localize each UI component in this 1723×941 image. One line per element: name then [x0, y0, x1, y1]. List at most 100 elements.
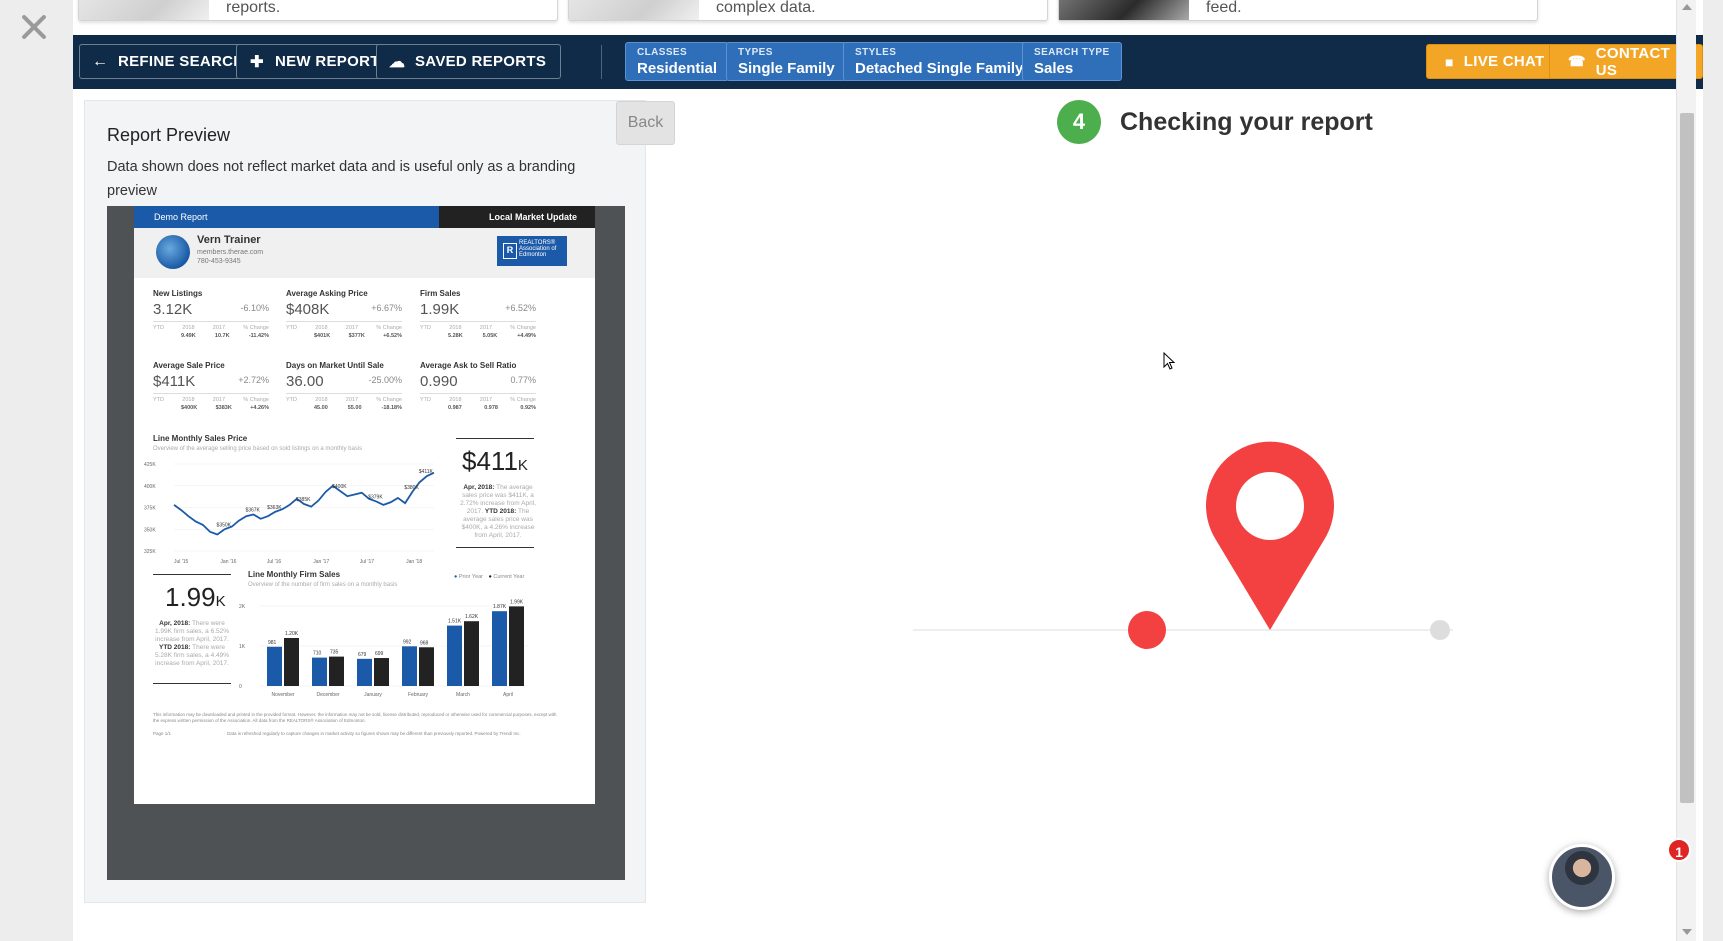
ytd-label: YTD	[286, 397, 297, 403]
ytd-label: 2017	[479, 397, 493, 403]
board-logo: REALTORS® Association of Edmonton	[497, 236, 567, 266]
stat-card: Average Ask to Sell Ratio 0.990 0.77% YTD 20…	[420, 361, 536, 411]
stat-ytd-values: 5.28K 5.05K +4.49%	[420, 333, 536, 339]
report-builder-panel: reports. complex data. feed. ← REFINE SE…	[73, 0, 1703, 941]
y-tick-label: 350K	[144, 527, 156, 533]
ytd-label: 2017	[479, 325, 493, 331]
point-label: $379K	[368, 494, 383, 500]
note-date: Apr, 2018:	[463, 484, 495, 491]
ytd-label: 2017	[212, 325, 226, 331]
top-card-3[interactable]: feed.	[1058, 0, 1538, 21]
bar-current-year	[464, 621, 479, 686]
new-report-button[interactable]: ✚ NEW REPORT	[236, 44, 395, 79]
ytd-label: 2018	[449, 325, 462, 331]
x-tick-label: Jul '15	[174, 559, 189, 565]
agent-contact: members.therae.com 780-453-9345	[197, 248, 263, 266]
chat-widget-avatar[interactable]	[1549, 844, 1615, 910]
refine-search-button[interactable]: ← REFINE SEARCH	[79, 44, 260, 79]
legend-prior-label: Prior Year	[458, 574, 484, 580]
stat-pct: +6.67%	[371, 303, 402, 313]
refine-search-label: REFINE SEARCH	[118, 53, 245, 70]
report-document: Demo Report Local Market Update Vern Tra…	[134, 206, 595, 804]
ytd-value: -18.18%	[381, 405, 403, 411]
card-thumbnail	[569, 0, 699, 20]
x-category-label: March	[456, 692, 470, 698]
big-value-number: $411	[462, 446, 518, 476]
agent-site: members.therae.com	[197, 249, 264, 256]
filter-chip-classes[interactable]: CLASSES Residential	[625, 42, 730, 81]
filter-chip-search-type[interactable]: SEARCH TYPE Sales	[1022, 42, 1122, 81]
progress-animation	[913, 441, 1453, 649]
legend-prior-dot: ●	[454, 574, 458, 580]
ytd-label: % Change	[376, 325, 402, 331]
stat-pct: +6.52%	[505, 303, 536, 313]
agent-avatar	[156, 235, 190, 269]
point-label: $411K	[419, 469, 434, 475]
stat-card: Average Sale Price $411K +2.72% YTD 2018 2017…	[153, 361, 269, 411]
close-icon[interactable]	[14, 6, 54, 46]
stat-ytd-labels: YTD 2018 2017 % Change	[286, 397, 402, 403]
stat-pct: -25.00%	[368, 375, 402, 385]
stat-rule	[153, 393, 269, 394]
point-label: $367K	[245, 507, 260, 513]
stat-rule	[286, 321, 402, 322]
live-chat-label: LIVE CHAT	[1463, 53, 1545, 70]
bar-label: 1.51K	[448, 619, 462, 625]
saved-reports-button[interactable]: ☁ SAVED REPORTS	[376, 44, 562, 79]
ytd-value: $401K	[314, 333, 331, 339]
back-button[interactable]: Back	[616, 101, 675, 145]
ytd-value: -11.42%	[248, 333, 269, 339]
stat-title: Average Sale Price	[153, 361, 225, 370]
ytd-value: 10.7K	[214, 333, 230, 339]
x-category-label: February	[408, 692, 429, 698]
scroll-up-icon[interactable]	[1682, 4, 1692, 10]
new-report-label: NEW REPORT	[275, 53, 380, 70]
bar-label: 1.87K	[493, 604, 507, 610]
bar-chart-big-value: 1.99K	[165, 582, 226, 613]
report-footer-disclaimer: Data is refreshed regularly to capture c…	[227, 731, 521, 736]
bar-label: 699	[375, 651, 384, 657]
point-label: $380K	[404, 485, 419, 491]
bar-label: 1.99K	[510, 599, 524, 605]
cloud-download-icon: ☁	[389, 53, 406, 71]
step-title: Checking your report	[1120, 108, 1373, 136]
report-preview: Report Preview Data shown does not refle…	[84, 100, 646, 903]
stat-rule	[286, 393, 402, 394]
scroll-down-icon[interactable]	[1682, 929, 1692, 935]
bar-prior-year	[447, 625, 462, 686]
big-value-number: 1.99	[165, 582, 216, 612]
vertical-scrollbar[interactable]	[1676, 0, 1696, 941]
bar-label: 735	[330, 650, 339, 656]
ytd-label: 2018	[315, 397, 328, 403]
stat-title: New Listings	[153, 289, 203, 298]
scrollbar-thumb[interactable]	[1680, 113, 1694, 803]
ytd-value: 55.00	[347, 405, 362, 411]
point-label: $400K	[332, 484, 347, 490]
stat-rule	[420, 321, 536, 322]
ytd-value: +4.49%	[517, 333, 536, 339]
x-category-label: December	[316, 692, 339, 698]
stat-rule	[420, 393, 536, 394]
filter-chip-styles[interactable]: STYLES Detached Single Family	[843, 42, 1036, 81]
x-category-label: April	[503, 692, 513, 698]
top-card-2[interactable]: complex data.	[568, 0, 1048, 21]
chat-notification-badge: 1	[1667, 838, 1691, 862]
filter-key: STYLES	[855, 47, 897, 58]
stat-ytd-values: $400K $383K +4.26%	[153, 405, 269, 411]
filter-value: Residential	[637, 60, 718, 77]
live-chat-button[interactable]: ■ LIVE CHAT	[1426, 44, 1560, 79]
preview-frame: Demo Report Local Market Update Vern Tra…	[107, 206, 625, 880]
x-category-label: November	[271, 692, 294, 698]
stat-ytd-labels: YTD 2018 2017 % Change	[420, 397, 536, 403]
ytd-value: $383K	[215, 405, 232, 411]
page-label: Page 1/1	[153, 731, 172, 736]
bar-label: 981	[268, 640, 277, 646]
line-chart-note: Apr, 2018: The average sales price was $…	[456, 484, 540, 540]
card-text: reports.	[226, 0, 281, 16]
top-card-1[interactable]: reports.	[78, 0, 558, 21]
ytd-value: $400K	[181, 405, 198, 411]
point-label: $363K	[267, 505, 282, 511]
ytd-label: YTD	[420, 397, 431, 403]
filter-chip-types[interactable]: TYPES Single Family	[726, 42, 847, 81]
contact-us-label: CONTACT US	[1595, 44, 1671, 79]
